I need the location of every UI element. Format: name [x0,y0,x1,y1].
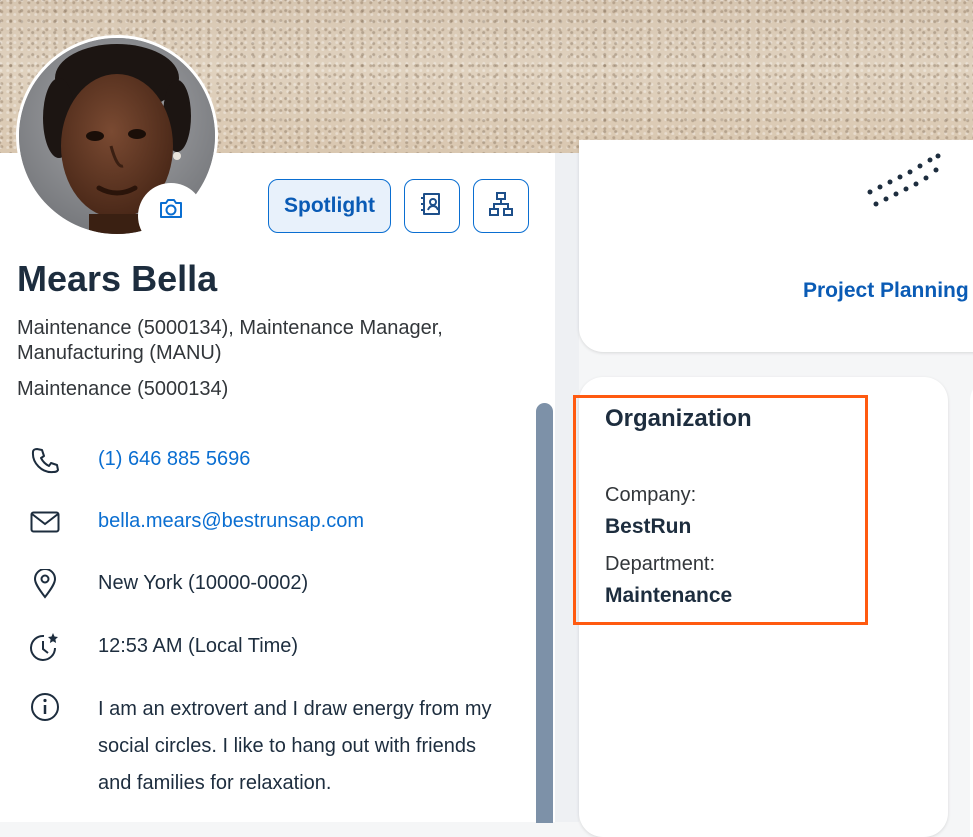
spotlight-button[interactable]: Spotlight [268,179,391,233]
project-planning-link[interactable]: Project Planning [803,279,969,303]
scrollbar-thumb[interactable] [536,403,553,823]
highlight-box [573,395,868,625]
project-card: Project Planning [579,140,973,352]
employee-department: Maintenance (5000134) [17,378,229,400]
clock-star-icon [28,630,62,664]
contact-card-button[interactable] [404,179,460,233]
employee-name: Mears Bella [17,258,218,299]
about-text: I am an extrovert and I draw energy from… [98,698,492,794]
decorative-dots-icon [867,153,941,207]
email-link[interactable]: bella.mears@bestrunsap.com [98,510,364,533]
spotlight-button-label: Spotlight [284,194,375,217]
info-icon [28,690,62,724]
location-text: New York (10000-0002) [98,572,309,594]
local-time-text: 12:53 AM (Local Time) [98,635,299,657]
location-pin-icon [28,567,62,601]
contact-card-icon [419,191,445,222]
org-chart-icon [488,191,514,222]
email-icon [28,505,62,539]
phone-icon [28,443,62,477]
phone-link[interactable]: (1) 646 885 5696 [98,448,250,471]
camera-icon [158,199,184,225]
change-photo-button[interactable] [138,183,204,249]
employee-position: Maintenance (5000134), Maintenance Manag… [17,317,443,364]
org-chart-button[interactable] [473,179,529,233]
